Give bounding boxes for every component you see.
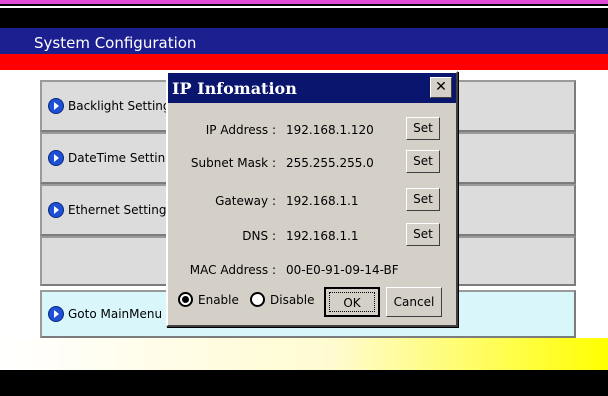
ip-address-set-button[interactable]: Set [406,117,440,140]
arrow-right-circle-icon [48,306,64,322]
enable-radio-label: Enable [198,293,239,307]
enable-radio[interactable] [178,292,193,307]
ip-address-value: 192.168.1.120 [286,123,374,137]
window-title-bar: System Configuration [0,28,608,54]
mac-address-label: MAC Address : [189,263,276,277]
gateway-value: 192.168.1.1 [286,194,359,208]
menu-item-label: DateTime Setting [68,151,173,165]
disable-radio-label: Disable [270,293,315,307]
dns-label: DNS : [242,229,276,243]
menu-item-label: Goto MainMenu [68,307,163,321]
disable-radio[interactable] [250,292,265,307]
ip-information-dialog: IP Infomation ✕ IP Address : 192.168.1.1… [166,71,458,327]
arrow-right-circle-icon [48,202,64,218]
mac-address-value: 00-E0-91-09-14-BF [286,263,399,277]
arrow-right-circle-icon [48,150,64,166]
window-title: System Configuration [34,34,197,52]
arrow-right-circle-icon [48,98,64,114]
dns-value: 192.168.1.1 [286,229,359,243]
dns-set-button[interactable]: Set [406,223,440,246]
ok-button[interactable]: OK [324,287,380,317]
menu-item-label: Ethernet Setting [68,203,167,217]
subnet-mask-label: Subnet Mask : [190,156,276,170]
gateway-set-button[interactable]: Set [406,188,440,211]
dialog-title-bar: IP Infomation [168,73,456,103]
dialog-title: IP Infomation [172,79,297,98]
focus-rect [329,292,375,312]
bottom-black-bar [0,370,608,396]
close-icon[interactable]: ✕ [430,77,452,98]
ip-address-label: IP Address : [205,123,276,137]
bottom-gradient-bar [0,338,608,370]
subnet-mask-value: 255.255.255.0 [286,156,374,170]
cancel-button-label: Cancel [393,295,435,309]
red-accent-strip [0,54,608,70]
top-accent-strip [0,0,608,6]
cancel-button[interactable]: Cancel [386,287,442,317]
gateway-label: Gateway : [215,194,276,208]
menu-item-label: Backlight Setting [68,99,171,113]
subnet-mask-set-button[interactable]: Set [406,150,440,173]
top-black-bar [0,8,608,28]
